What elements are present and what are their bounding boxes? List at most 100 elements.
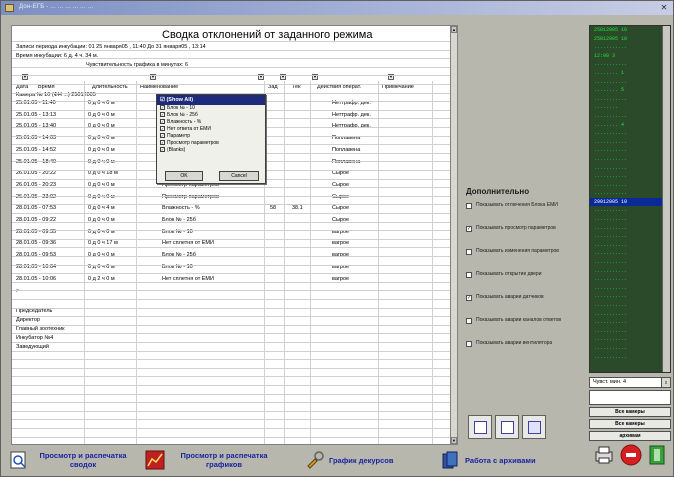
checkbox-icon[interactable]: ✓ [466,226,472,232]
checkbox-icon[interactable]: ✓ [160,119,165,125]
print-preview-button[interactable] [468,415,492,439]
checkbox-icon[interactable] [466,318,472,324]
filter-item[interactable]: ✓ Влажность - % [157,119,265,126]
calendar-button[interactable] [522,415,546,439]
scroll-down-icon[interactable]: ▼ [451,437,457,444]
checkbox-icon[interactable]: ✓ [160,140,165,146]
list-item[interactable]: ........... [590,284,670,293]
list-item[interactable]: ........... [590,224,670,233]
filter-item[interactable]: ✓ Блок № - 10 [157,105,265,112]
option-checkbox-row[interactable]: Показывать аварии каналов ответов [466,317,574,340]
list-item[interactable]: ........... [590,138,670,147]
view-charts-button[interactable]: Просмотр и распечатка графиков [145,447,297,475]
blank-field[interactable] [589,390,671,405]
decurse-chart-button[interactable]: График декурсов [305,447,429,475]
checkbox-icon[interactable]: ✓ [160,105,165,111]
list-item[interactable]: ........... [590,155,670,164]
list-item[interactable]: ........... [590,275,670,284]
filter-item[interactable]: ✓ (Blanks) [157,147,265,154]
filter-item[interactable]: ✓ Нет ответа от ЕМИ [157,126,265,133]
list-item[interactable]: 25012005 10 [590,35,670,44]
archive-button[interactable]: архивам [589,431,671,441]
list-item[interactable]: ........... [590,172,670,181]
list-item[interactable]: ........ [590,103,670,112]
grid-line [12,195,456,197]
list-item[interactable]: ........... [590,301,670,310]
list-item[interactable]: ........... [590,164,670,173]
sensitivity-spinner[interactable]: Чувст. мин. 4 ⇕ [589,377,671,388]
filter-item[interactable]: ✓ Блок № - 25б [157,112,265,119]
list-item[interactable]: ........... [590,206,670,215]
list-item[interactable]: ........... [590,43,670,52]
list-item[interactable]: ........... [590,146,670,155]
report-sheet[interactable]: Сводка отклонений от заданного режима За… [11,25,457,445]
grid-line [12,333,456,335]
list-item[interactable]: ........... [590,327,670,336]
window-title: Дон-ЕГБ - ... ... ... ... ... ... [19,4,94,10]
list-item[interactable]: ........... [590,318,670,327]
view-reports-button[interactable]: Просмотр и распечатка сводок [9,447,137,475]
row-caret: > [16,288,19,295]
list-item[interactable]: ........... [590,292,670,301]
list-item[interactable]: 29012005 10 [590,197,670,207]
list-item[interactable]: ........ 4 [590,121,670,130]
checkbox-icon[interactable]: ✓ [466,295,472,301]
list-item[interactable]: ........... [590,353,670,362]
grid-line [12,49,456,51]
list-item[interactable]: ........... [590,112,670,121]
list-item[interactable]: ........ 5 [590,86,670,95]
list-item[interactable]: ........... [590,189,670,198]
option-checkbox-row[interactable]: ✓ Показывать аварии датчиков [466,294,574,317]
list-item[interactable]: ........... [590,181,670,190]
app-icon [5,4,14,12]
checkbox-icon[interactable] [466,341,472,347]
filter-item[interactable]: ✓ Просмотр параметров [157,140,265,147]
archive-work-button[interactable]: Работа с архивами [441,447,581,475]
option-checkbox-row[interactable]: Показывать отлючения Блока ЕМИ [466,202,574,225]
checkbox-icon[interactable] [466,272,472,278]
checkbox-icon[interactable]: ✓ [160,112,165,118]
list-item[interactable]: ........... [590,232,670,241]
checkbox-icon[interactable]: ✓ [160,147,165,153]
ok-button[interactable]: OK [165,171,203,181]
chamber-list[interactable]: 25012005 10 25012005 10........... 12:00 3… [589,25,671,373]
list-item[interactable]: ........... [590,60,670,69]
cancel-button[interactable]: Cancel [219,171,259,181]
list-item[interactable]: ........... [590,215,670,224]
list-item[interactable]: ........... [590,249,670,258]
option-checkbox-row[interactable]: Показывать аварии вентилятора [466,340,574,363]
list-item[interactable]: ........... [590,78,670,87]
list-item[interactable]: ........... [590,95,670,104]
checkbox-icon[interactable] [466,203,472,209]
list-item[interactable]: 25012005 10 [590,26,670,35]
list-item[interactable]: ........... [590,335,670,344]
checkbox-icon[interactable]: ✓ [160,126,165,132]
checkbox-icon[interactable]: ✓ [160,133,165,139]
filter-show-all[interactable]: ☑ (Show All) [157,95,265,105]
option-checkbox-row[interactable]: ✓ Показывать просмотр параметров [466,225,574,248]
checkbox-icon[interactable] [466,249,472,255]
grid-line [12,419,456,421]
close-icon[interactable]: ✕ [659,3,669,13]
filter-item[interactable]: ✓ Параметр [157,133,265,140]
report-scrollbar[interactable]: ▲ ▼ [450,25,458,445]
export-button[interactable] [495,415,519,439]
scroll-up-icon[interactable]: ▲ [451,26,457,33]
exit-button[interactable] [646,444,668,466]
list-item[interactable]: 12:00 3 [590,52,670,61]
list-item[interactable]: ........... [590,258,670,267]
list-item[interactable]: ........... [590,310,670,319]
list-scrollbar[interactable] [662,26,670,372]
stop-button[interactable] [620,444,642,466]
all-chambers-button[interactable]: Все камеры [589,407,671,417]
list-item[interactable]: ........... [590,129,670,138]
spinner-arrow-icon[interactable]: ⇕ [661,378,670,387]
list-item[interactable]: ........ 1 [590,69,670,78]
list-item[interactable]: ........... [590,344,670,353]
list-item[interactable]: ........... [590,267,670,276]
printer-button[interactable] [593,444,615,466]
option-checkbox-row[interactable]: Показывать открытие двери [466,271,574,294]
option-checkbox-row[interactable]: Показывать изменения параметров [466,248,574,271]
all-chambers-button-2[interactable]: Все камеры [589,419,671,429]
list-item[interactable]: ........... [590,241,670,250]
